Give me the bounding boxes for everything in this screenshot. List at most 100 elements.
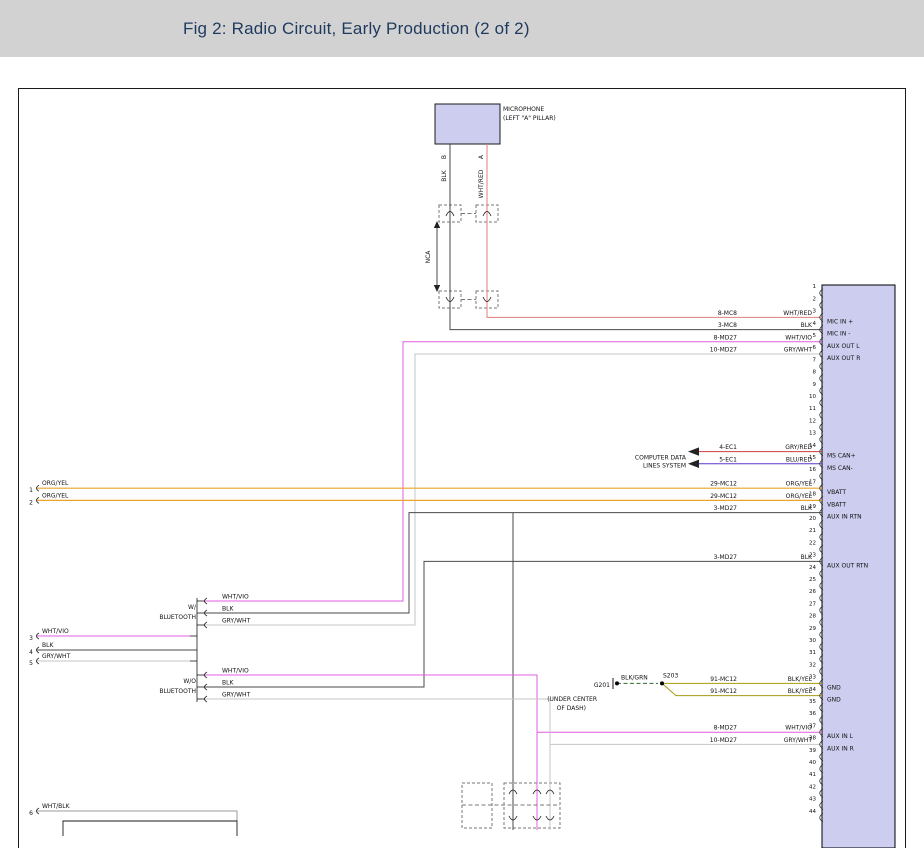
- computer-data-lines-label: COMPUTER DATA: [635, 455, 687, 462]
- pin-function-label: MS CAN+: [827, 453, 856, 460]
- wiring-diagram-panel: MICROPHONE(LEFT "A" PILLAR)BABLKWHT/REDN…: [0, 0, 924, 835]
- pin-number: 21: [809, 528, 816, 534]
- pin-number: 27: [809, 601, 816, 607]
- pin-number: 10: [809, 394, 816, 400]
- circuit-label: 4-EC1: [719, 444, 737, 451]
- pin-number: 8: [813, 370, 817, 376]
- ground-g201-label: (UNDER CENTER: [547, 696, 597, 703]
- module-box-outline: [63, 821, 237, 836]
- wire-color-label: GRY/WHT: [784, 347, 813, 354]
- wire-auxin-r: [205, 699, 550, 830]
- wire-color-label: GRY/WHT: [42, 653, 71, 660]
- computer-data-lines-label: LINES SYSTEM: [643, 463, 686, 470]
- pin-number: 43: [809, 797, 816, 803]
- circuit-label: 10-MD27: [710, 737, 737, 744]
- wire-color-label: WHT/VIO: [785, 334, 812, 341]
- wire-color-label: BLK: [801, 505, 813, 512]
- pin-number: 16: [809, 467, 816, 473]
- pin-number: 13: [809, 431, 816, 437]
- pin-function-label: MIC IN +: [827, 318, 853, 325]
- stub-index-label: 6: [29, 810, 33, 817]
- wire-color-label: BLK: [42, 642, 54, 649]
- stub-index-label: 2: [29, 499, 33, 506]
- wire-color-label: GRY/WHT: [222, 692, 251, 699]
- circuit-label: 8-MD27: [714, 725, 738, 732]
- stub-index-label: 3: [29, 635, 33, 642]
- pin-number: 11: [809, 406, 816, 412]
- microphone-box: [435, 104, 500, 144]
- wire-color-label: WHT/RED: [783, 310, 812, 317]
- pin-number: 26: [809, 589, 816, 595]
- ground-g201-label: OF DASH): [557, 705, 586, 712]
- wire-mic-blk: [450, 144, 822, 330]
- circuit-label: 3-MD27: [714, 505, 738, 512]
- wire-stub-6: [37, 811, 237, 821]
- wiring-diagram-svg: MICROPHONE(LEFT "A" PILLAR)BABLKWHT/REDN…: [0, 0, 924, 848]
- wire-color-label: BLK: [222, 606, 234, 613]
- pin-number: 9: [813, 382, 817, 388]
- pin-number: 35: [809, 699, 816, 705]
- arrowhead-left: [688, 447, 699, 455]
- wire-color-label: BLK: [801, 554, 813, 561]
- wire-color-label: BLK: [222, 680, 234, 687]
- ground-g201-label: G201: [594, 682, 610, 689]
- pin-number: 39: [809, 748, 816, 754]
- pin-number: 24: [809, 565, 816, 571]
- splice-dot: [660, 681, 664, 685]
- wire-color-label: ORG/YEL: [42, 480, 69, 487]
- bluetooth-group-label: BLUETOOTH: [159, 614, 196, 621]
- pin-function-label: VBATT: [827, 489, 846, 496]
- wire-color-label: WHT/VIO: [785, 725, 812, 732]
- pin-number: 32: [809, 662, 816, 668]
- pin-number: 28: [809, 614, 816, 620]
- wire-color-label: WHT/BLK: [42, 803, 71, 810]
- wire-color-label: WHT/VIO: [42, 628, 69, 635]
- circuit-label: 3-MC8: [718, 322, 737, 329]
- wire-color-label: ORG/YEL: [786, 481, 813, 488]
- stub-index-label: 4: [29, 649, 33, 656]
- stub-index-label: 5: [29, 660, 33, 667]
- wire-color-label: GRY/WHT: [784, 737, 813, 744]
- pin-number: 40: [809, 760, 816, 766]
- pin-function-label: VBATT: [827, 501, 846, 508]
- pin-function-label: AUX IN R: [827, 745, 854, 752]
- wire-color-label: GRY/WHT: [222, 618, 251, 625]
- stub-index-label: 1: [29, 487, 33, 494]
- wire-auxin-l: [205, 675, 537, 830]
- pin-function-label: GND: [827, 697, 841, 704]
- pin-number: 31: [809, 650, 816, 656]
- bluetooth-group-label: BLUETOOTH: [159, 688, 196, 695]
- pin-function-label: AUX OUT R: [827, 355, 860, 362]
- wire-color-label: BLK/YEL: [788, 688, 813, 695]
- pin-number: 30: [809, 638, 816, 644]
- pin-number: 22: [809, 540, 816, 546]
- pin-number: 1: [813, 284, 817, 290]
- pin-number: 7: [813, 357, 817, 363]
- pin-function-label: AUX IN RTN: [827, 514, 862, 521]
- arrowhead-left: [688, 460, 699, 468]
- circuit-label: 10-MD27: [710, 347, 737, 354]
- pin-number: 2: [813, 296, 817, 302]
- wire-color-label: ORG/YEL: [786, 493, 813, 500]
- circuit-label: 5-EC1: [719, 456, 737, 463]
- pin-number: 5: [813, 333, 817, 339]
- wire-color-label: ORG/YEL: [42, 492, 69, 499]
- circuit-label: 8-MC8: [718, 310, 737, 317]
- pin-function-label: AUX OUT L: [827, 343, 860, 350]
- circuit-label: 3-MD27: [714, 554, 738, 561]
- pin-number: 44: [809, 809, 816, 815]
- nca-label: NCA: [425, 250, 432, 264]
- circuit-label: 91-MC12: [710, 676, 737, 683]
- pin-function-label: MIC IN -: [827, 331, 850, 338]
- pin-number: 6: [813, 345, 817, 351]
- wire-color-label: BLK/GRN: [621, 675, 648, 682]
- bluetooth-group-label: W/O: [183, 678, 196, 685]
- pin-function-label: AUX OUT RTN: [827, 562, 868, 569]
- pin-number: 20: [809, 516, 816, 522]
- pin-number: 12: [809, 418, 816, 424]
- pin-function-label: GND: [827, 684, 841, 691]
- pin-number: 36: [809, 711, 816, 717]
- wire-color-label: WHT/VIO: [222, 668, 249, 675]
- wire-color-label: WHT/RED: [478, 169, 485, 198]
- wire-color-label: WHT/VIO: [222, 594, 249, 601]
